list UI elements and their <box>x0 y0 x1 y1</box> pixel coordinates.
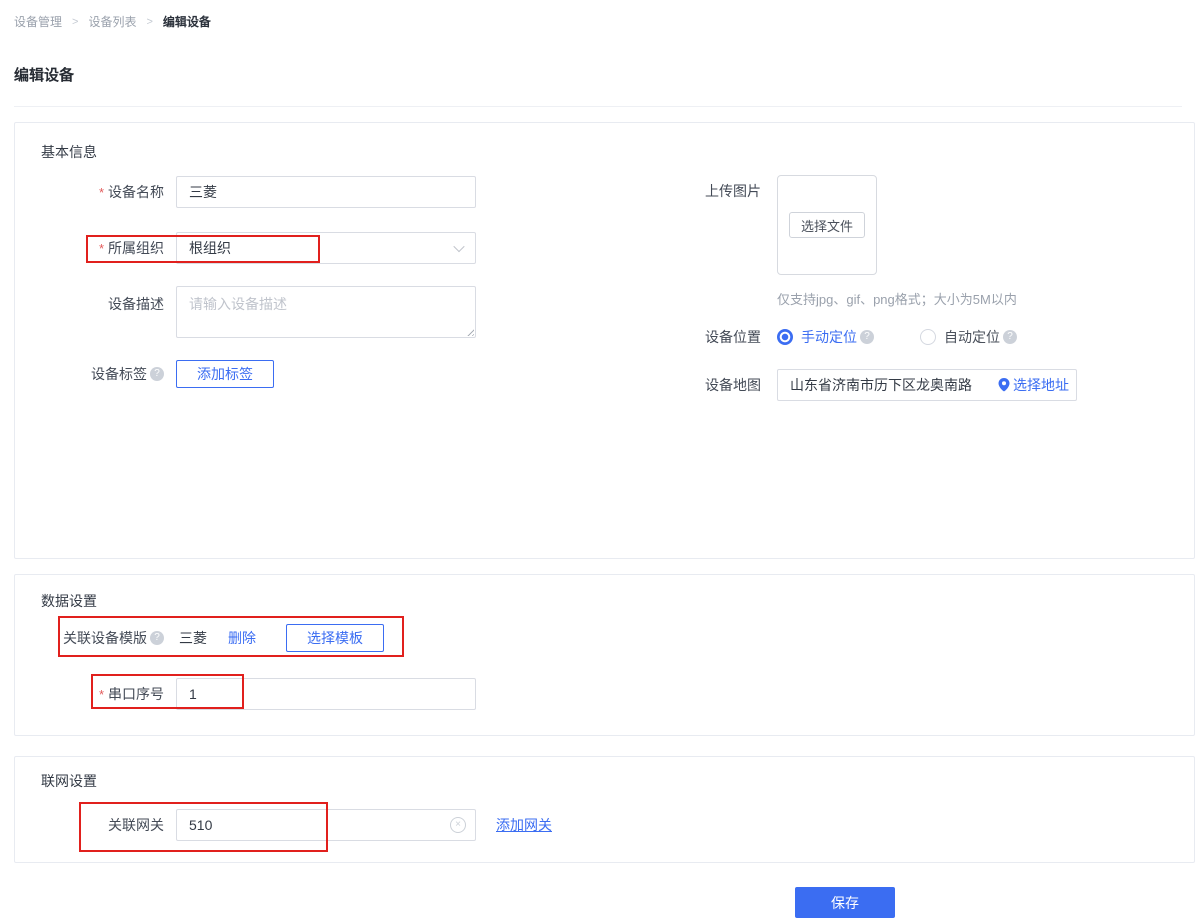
required-asterisk: * <box>99 687 104 702</box>
data-settings-card: 数据设置 关联设备模版 三菱 删除 选择模板 * 串口序号 <box>14 574 1195 736</box>
location-radio-group: 手动定位 自动定位 <box>777 327 1017 347</box>
template-row: 关联设备模版 三菱 删除 选择模板 <box>41 624 1194 652</box>
choose-address-link[interactable]: 选择地址 <box>998 369 1069 401</box>
serial-port-label: * 串口序号 <box>41 684 164 704</box>
choose-file-button[interactable]: 选择文件 <box>789 212 865 238</box>
gateway-input[interactable] <box>176 809 476 841</box>
device-name-label: * 设备名称 <box>41 182 164 202</box>
gateway-label: 关联网关 <box>41 815 164 835</box>
footer-actions: 保存 <box>0 887 1196 918</box>
upload-dropzone[interactable]: 选择文件 <box>777 175 877 275</box>
clear-circle-icon[interactable] <box>450 817 466 833</box>
gateway-row: 关联网关 添加网关 <box>41 809 1194 841</box>
breadcrumb-separator: > <box>146 16 152 28</box>
question-circle-icon[interactable] <box>860 330 874 344</box>
breadcrumb-device-list[interactable]: 设备列表 <box>88 13 136 30</box>
required-asterisk: * <box>99 241 104 256</box>
upload-image-row: 上传图片 选择文件 <box>699 175 1179 275</box>
question-circle-icon[interactable] <box>150 631 164 645</box>
radio-unchecked-icon[interactable] <box>920 329 936 345</box>
location-pin-icon <box>998 378 1010 392</box>
device-location-row: 设备位置 手动定位 自动定位 <box>699 327 1179 347</box>
template-label: 关联设备模版 <box>41 628 164 648</box>
add-tag-button[interactable]: 添加标签 <box>176 360 274 388</box>
breadcrumb-edit-device: 编辑设备 <box>163 13 211 30</box>
description-row: 设备描述 <box>41 286 517 338</box>
required-asterisk: * <box>99 185 104 200</box>
upload-image-label: 上传图片 <box>699 181 761 201</box>
device-name-row: * 设备名称 <box>41 176 517 208</box>
organization-select[interactable]: 根组织 <box>176 232 476 264</box>
serial-port-input[interactable] <box>176 678 476 710</box>
basic-info-card: 基本信息 * 设备名称 * 所属组织 根组织 <box>14 122 1195 559</box>
basic-info-title: 基本信息 <box>41 142 1194 162</box>
breadcrumb-device-management[interactable]: 设备管理 <box>14 13 62 30</box>
question-circle-icon[interactable] <box>1003 330 1017 344</box>
delete-template-link[interactable]: 删除 <box>228 628 256 648</box>
network-settings-card: 联网设置 关联网关 添加网关 <box>14 756 1195 863</box>
breadcrumb: 设备管理 > 设备列表 > 编辑设备 <box>0 0 1196 30</box>
chevron-down-icon <box>453 241 464 252</box>
auto-location-radio[interactable]: 自动定位 <box>920 327 1017 347</box>
organization-label: * 所属组织 <box>41 238 164 258</box>
organization-selected-value: 根组织 <box>189 238 231 258</box>
radio-checked-icon[interactable] <box>777 329 793 345</box>
device-map-label: 设备地图 <box>699 375 761 395</box>
add-gateway-link[interactable]: 添加网关 <box>496 815 552 835</box>
breadcrumb-separator: > <box>72 16 78 28</box>
description-label: 设备描述 <box>41 294 164 314</box>
device-name-input[interactable] <box>176 176 476 208</box>
tags-label: 设备标签 <box>41 364 164 384</box>
serial-port-row: * 串口序号 <box>41 678 1194 710</box>
organization-row: * 所属组织 根组织 <box>41 232 517 264</box>
template-value: 三菱 <box>179 628 207 648</box>
device-map-row: 设备地图 选择地址 <box>699 369 1179 401</box>
page-header: 编辑设备 <box>14 64 1182 107</box>
manual-location-radio[interactable]: 手动定位 <box>777 327 874 347</box>
save-button[interactable]: 保存 <box>795 887 895 918</box>
tags-row: 设备标签 添加标签 <box>41 360 517 388</box>
network-settings-title: 联网设置 <box>41 771 1194 791</box>
upload-format-hint: 仅支持jpg、gif、png格式；大小为5M以内 <box>777 289 1179 308</box>
description-textarea[interactable] <box>176 286 476 338</box>
page-title: 编辑设备 <box>14 67 74 84</box>
question-circle-icon[interactable] <box>150 367 164 381</box>
choose-template-button[interactable]: 选择模板 <box>286 624 384 652</box>
device-location-label: 设备位置 <box>699 327 761 347</box>
data-settings-title: 数据设置 <box>41 591 1194 611</box>
